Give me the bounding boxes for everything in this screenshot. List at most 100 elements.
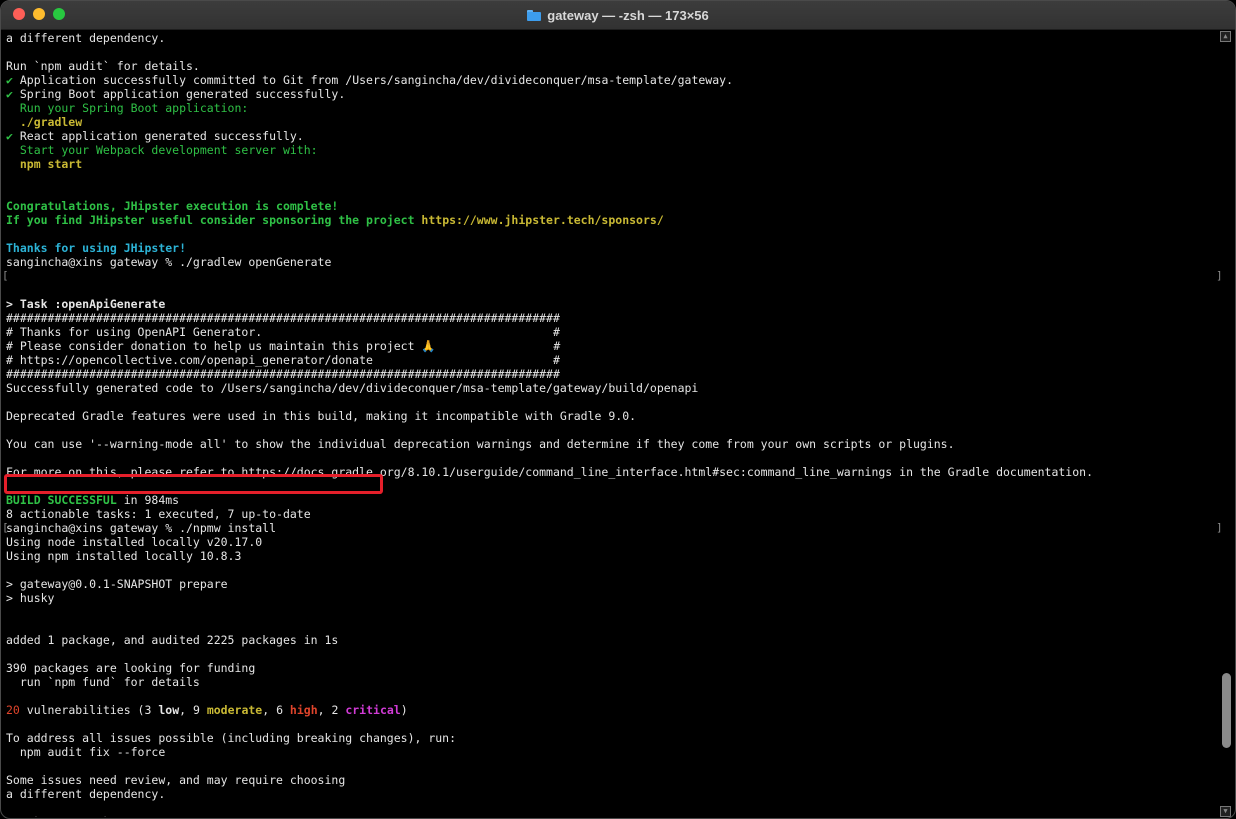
terminal-text: added 1 package, and audited 2225 packag…	[6, 633, 339, 647]
terminal-text: ########################################…	[6, 367, 560, 381]
terminal-output[interactable]: a different dependency. Run `npm audit` f…	[6, 31, 1218, 817]
terminal-text: a different dependency.	[6, 787, 166, 801]
terminal-text: ✔	[6, 73, 20, 87]
title-bar[interactable]: gateway — -zsh — 173×56	[1, 1, 1235, 30]
terminal-line: Start your Webpack development server wi…	[6, 143, 1218, 157]
terminal-line: sangincha@xins gateway % ./npmw install	[6, 521, 1218, 535]
terminal-line: Run `npm audit` for details.	[6, 59, 1218, 73]
terminal-line: Congratulations, JHipster execution is c…	[6, 199, 1218, 213]
terminal-line: Deprecated Gradle features were used in …	[6, 409, 1218, 423]
terminal-line: ✔ React application generated successful…	[6, 129, 1218, 143]
terminal-text: vulnerabilities (3	[19, 703, 159, 717]
terminal-line: # https://opencollective.com/openapi_gen…	[6, 353, 1218, 367]
terminal-line: 20 vulnerabilities (3 low, 9 moderate, 6…	[6, 703, 1218, 717]
terminal-text: moderate	[206, 703, 263, 717]
terminal-text: low	[158, 703, 180, 717]
terminal-text: # Please consider donation to help us ma…	[6, 339, 561, 353]
terminal-line: You can use '--warning-mode all' to show…	[6, 437, 1218, 451]
terminal-line: a different dependency.	[6, 31, 1218, 45]
terminal-text: 8 actionable tasks: 1 executed, 7 up-to-…	[6, 507, 311, 521]
window-title: gateway — -zsh — 173×56	[547, 7, 709, 23]
terminal-line: # Thanks for using OpenAPI Generator. #	[6, 325, 1218, 339]
terminal-text: npm audit fix --force	[6, 745, 166, 759]
terminal-text: # Thanks for using OpenAPI Generator. #	[6, 325, 560, 339]
terminal-line: > Task :openApiGenerate	[6, 297, 1218, 311]
terminal-line: a different dependency.	[6, 787, 1218, 801]
terminal-text: If you find JHipster useful consider spo…	[6, 213, 422, 227]
terminal-text: Deprecated Gradle features were used in …	[6, 409, 637, 423]
terminal-text: You can use '--warning-mode all' to show…	[6, 437, 955, 451]
terminal-line: npm audit fix --force	[6, 745, 1218, 759]
terminal-line: Successfully generated code to /Users/sa…	[6, 381, 1218, 395]
terminal-line: > husky	[6, 591, 1218, 605]
terminal-text: )	[400, 703, 408, 717]
vertical-scrollbar[interactable]: ▲ ▼	[1220, 31, 1233, 817]
terminal-text: Successfully generated code to /Users/sa…	[6, 381, 699, 395]
terminal-text: Start your Webpack development server wi…	[6, 143, 318, 157]
terminal-text: npm start	[6, 157, 83, 171]
terminal-text: > husky	[6, 591, 55, 605]
terminal-line: sangincha@xins gateway % ./gradlew openG…	[6, 255, 1218, 269]
terminal-line: Using node installed locally v20.17.0	[6, 535, 1218, 549]
terminal-text: Thanks for using JHipster!	[6, 241, 187, 255]
terminal-text: run `npm fund` for details	[6, 675, 200, 689]
terminal-text: high	[289, 703, 318, 717]
terminal-text: Congratulations, JHipster execution is c…	[6, 199, 339, 213]
terminal-line: Thanks for using JHipster!	[6, 241, 1218, 255]
terminal-line: If you find JHipster useful consider spo…	[6, 213, 1218, 227]
mark-bracket-left: [	[2, 521, 9, 534]
terminal-line: Some issues need review, and may require…	[6, 773, 1218, 787]
terminal-text: Run your Spring Boot application:	[6, 101, 249, 115]
terminal-text: Run `npm audit` for details.	[6, 815, 200, 817]
terminal-text: ########################################…	[6, 311, 560, 325]
build-successful-highlight	[4, 474, 383, 494]
terminal-line: Using npm installed locally 10.8.3	[6, 549, 1218, 563]
terminal-text: ✔	[6, 129, 20, 143]
scroll-up-arrow[interactable]: ▲	[1220, 31, 1231, 42]
terminal-text: BUILD SUCCESSFUL	[6, 493, 117, 507]
terminal-line: npm start	[6, 157, 1218, 171]
terminal-line: ✔ Spring Boot application generated succ…	[6, 87, 1218, 101]
terminal-text: https://www.jhipster.tech/sponsors/	[421, 213, 664, 227]
terminal-line: ########################################…	[6, 367, 1218, 381]
terminal-line: Run `npm audit` for details.	[6, 815, 1218, 817]
terminal-text: Application successfully committed to Gi…	[19, 73, 733, 87]
terminal-line: 390 packages are looking for funding	[6, 661, 1218, 675]
terminal-line: ✔ Application successfully committed to …	[6, 73, 1218, 87]
mark-bracket-left: [	[2, 269, 9, 282]
terminal-text: in 984ms	[116, 493, 180, 507]
terminal-text: Using npm installed locally 10.8.3	[6, 549, 242, 563]
terminal-text: Run `npm audit` for details.	[6, 59, 200, 73]
scroll-thumb[interactable]	[1222, 672, 1231, 749]
scroll-track[interactable]	[1222, 45, 1231, 803]
terminal-text: , 9	[179, 703, 207, 717]
terminal-line: ########################################…	[6, 311, 1218, 325]
terminal-text: Some issues need review, and may require…	[6, 773, 346, 787]
terminal-text: > gateway@0.0.1-SNAPSHOT prepare	[6, 577, 228, 591]
terminal-text: # https://opencollective.com/openapi_gen…	[6, 353, 560, 367]
terminal-line: To address all issues possible (includin…	[6, 731, 1218, 745]
terminal-text: Using node installed locally v20.17.0	[6, 535, 263, 549]
folder-icon	[527, 9, 542, 21]
terminal-line: BUILD SUCCESSFUL in 984ms	[6, 493, 1218, 507]
terminal-line: added 1 package, and audited 2225 packag…	[6, 633, 1218, 647]
scroll-down-arrow[interactable]: ▼	[1220, 806, 1231, 817]
terminal-text: 20	[6, 703, 20, 717]
terminal-text: > Task :openApiGenerate	[6, 297, 166, 311]
terminal-text: a different dependency.	[6, 31, 166, 45]
terminal-text: , 6	[262, 703, 290, 717]
terminal-text: ./gradlew	[6, 115, 83, 129]
